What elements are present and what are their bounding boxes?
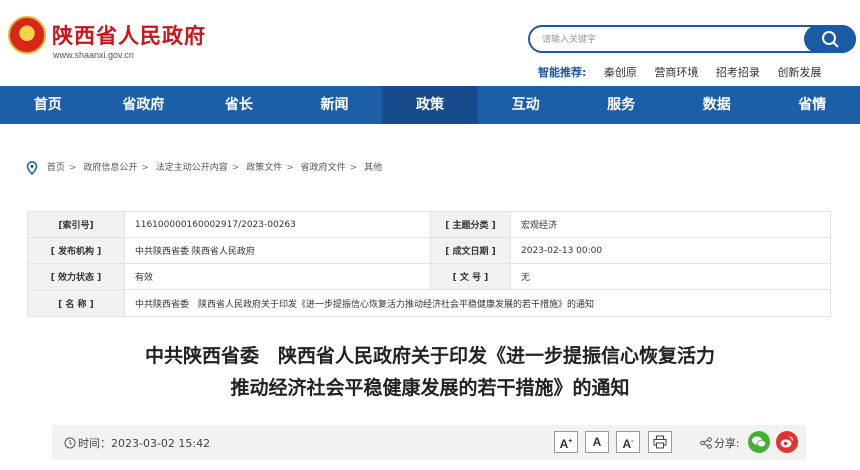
breadcrumb-item[interactable]: 其他 — [364, 163, 382, 173]
recommend-link[interactable]: 招考招录 — [716, 66, 760, 79]
article-title: 中共陕西省委 陕西省人民政府关于印发《进一步提振信心恢复活力 推动经济社会平稳健… — [0, 340, 860, 404]
publish-time: 时间：2023-03-02 15:42 — [64, 435, 210, 451]
site-title[interactable]: 陕西省人民政府 — [52, 20, 206, 50]
printer-icon — [653, 435, 667, 449]
publish-time-text: 时间：2023-03-02 15:42 — [78, 437, 211, 450]
index-value: 116100000160002917/2023-00263 — [124, 211, 431, 238]
share-area: 分享: — [700, 435, 740, 451]
breadcrumb-separator: > — [231, 163, 240, 173]
breadcrumb-item[interactable]: 省政府文件 — [301, 163, 346, 173]
issuer-label: [ 发布机构 ] — [27, 237, 125, 264]
article-toolbar: 时间：2023-03-02 15:42 A+ A A- 分享: — [52, 425, 806, 460]
font-smaller-button[interactable]: A- — [616, 431, 640, 453]
nav-item-government[interactable]: 省政府 — [96, 86, 192, 124]
status-value: 有效 — [124, 263, 431, 290]
nav-item-policy[interactable]: 政策 — [382, 86, 478, 124]
share-label: 分享: — [714, 437, 740, 450]
clock-icon — [64, 437, 76, 449]
recommend-link[interactable]: 营商环境 — [654, 66, 698, 79]
status-label: [ 效力状态 ] — [27, 263, 125, 290]
document-info-table: [索引号] 116100000160002917/2023-00263 [ 主题… — [27, 211, 831, 317]
recommend-link[interactable]: 创新发展 — [777, 66, 821, 79]
breadcrumb-separator: > — [141, 163, 149, 173]
breadcrumb-item[interactable]: 首页 — [47, 163, 65, 173]
date-value: 2023-02-13 00:00 — [510, 237, 831, 264]
docno-value: 无 — [510, 263, 831, 290]
page: ★ 陕西省人民政府 www.shaanxi.gov.cn 智能推荐: 秦创原 营… — [0, 0, 860, 470]
topic-label: [ 主题分类 ] — [430, 211, 511, 238]
nav-item-home[interactable]: 首页 — [0, 86, 96, 124]
font-medium-button[interactable]: A — [585, 431, 609, 453]
index-label: [索引号] — [27, 211, 125, 238]
wechat-share-icon[interactable] — [748, 431, 770, 453]
weibo-share-icon[interactable] — [776, 431, 798, 453]
breadcrumb-separator: > — [68, 163, 77, 173]
breadcrumb: 首页 > 政府信息公开 > 法定主动公开内容 > 政策文件 > 省政府文件 > 其他 — [26, 160, 382, 175]
national-emblem-icon: ★ — [8, 16, 46, 54]
article-title-line: 中共陕西省委 陕西省人民政府关于印发《进一步提振信心恢复活力 — [144, 345, 715, 367]
search-button[interactable] — [804, 25, 856, 53]
issuer-value: 中共陕西省委 陕西省人民政府 — [124, 237, 431, 264]
main-nav: 首页 省政府 省长 新闻 政策 互动 服务 数据 省情 — [0, 86, 860, 124]
site-header: ★ 陕西省人民政府 www.shaanxi.gov.cn 智能推荐: 秦创原 营… — [0, 0, 860, 86]
name-label: [ 名 称 ] — [27, 289, 125, 317]
recommend-link[interactable]: 秦创原 — [604, 66, 637, 79]
search-icon — [822, 31, 839, 48]
nav-item-data[interactable]: 数据 — [669, 86, 765, 124]
docno-label: [ 文 号 ] — [430, 263, 511, 290]
font-larger-button[interactable]: A+ — [554, 431, 578, 453]
search-input[interactable] — [542, 31, 782, 49]
table-row: [索引号] 116100000160002917/2023-00263 [ 主题… — [27, 211, 831, 238]
print-button[interactable] — [648, 431, 672, 453]
breadcrumb-separator: > — [349, 163, 358, 173]
site-url: www.shaanxi.gov.cn — [53, 50, 134, 60]
article-title-line: 推动经济社会平稳健康发展的若干措施》的通知 — [230, 377, 630, 399]
breadcrumb-separator: > — [286, 163, 294, 173]
name-value: 中共陕西省委 陕西省人民政府关于印发《进一步提振信心恢复活力推动经济社会平稳健康… — [124, 289, 831, 317]
breadcrumb-item[interactable]: 政策文件 — [246, 163, 282, 173]
breadcrumb-item[interactable]: 法定主动公开内容 — [156, 163, 228, 173]
location-pin-icon — [26, 160, 38, 175]
nav-item-interaction[interactable]: 互动 — [478, 86, 574, 124]
nav-item-service[interactable]: 服务 — [573, 86, 669, 124]
topic-value: 宏观经济 — [510, 211, 831, 238]
table-row: [ 名 称 ] 中共陕西省委 陕西省人民政府关于印发《进一步提振信心恢复活力推动… — [27, 289, 831, 317]
search-box — [528, 25, 856, 53]
table-row: [ 效力状态 ] 有效 [ 文 号 ] 无 — [27, 263, 831, 290]
share-icon — [700, 437, 712, 449]
date-label: [ 成文日期 ] — [430, 237, 511, 264]
nav-item-news[interactable]: 新闻 — [287, 86, 383, 124]
smart-recommend: 智能推荐: 秦创原 营商环境 招考招录 创新发展 — [538, 64, 835, 80]
nav-item-governor[interactable]: 省长 — [191, 86, 287, 124]
recommend-label: 智能推荐: — [538, 66, 587, 79]
table-row: [ 发布机构 ] 中共陕西省委 陕西省人民政府 [ 成文日期 ] 2023-02… — [27, 237, 831, 264]
breadcrumb-item[interactable]: 政府信息公开 — [83, 163, 137, 173]
nav-item-province-info[interactable]: 省情 — [765, 86, 860, 124]
